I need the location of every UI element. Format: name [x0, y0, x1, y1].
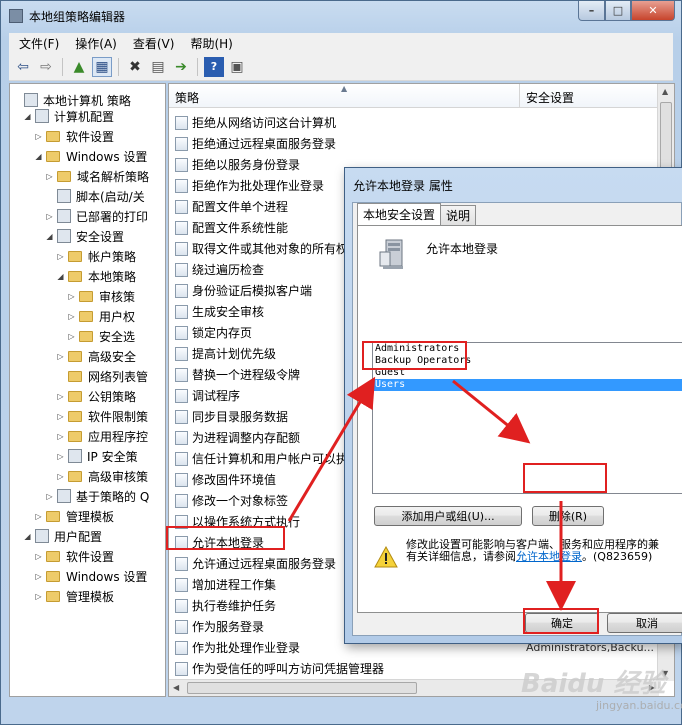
annotation-arrows — [287, 376, 576, 611]
tab-local-security-setting[interactable]: 本地安全设置 — [357, 203, 442, 225]
watermark: Baidu 经验 — [521, 669, 666, 699]
watermark-url: jingyan.baidu.com — [596, 699, 682, 712]
gpedit-window: 本地组策略编辑器 – □ ✕ 文件(F) 操作(A) 查看(V) 帮助(H) ⇦… — [0, 0, 682, 725]
